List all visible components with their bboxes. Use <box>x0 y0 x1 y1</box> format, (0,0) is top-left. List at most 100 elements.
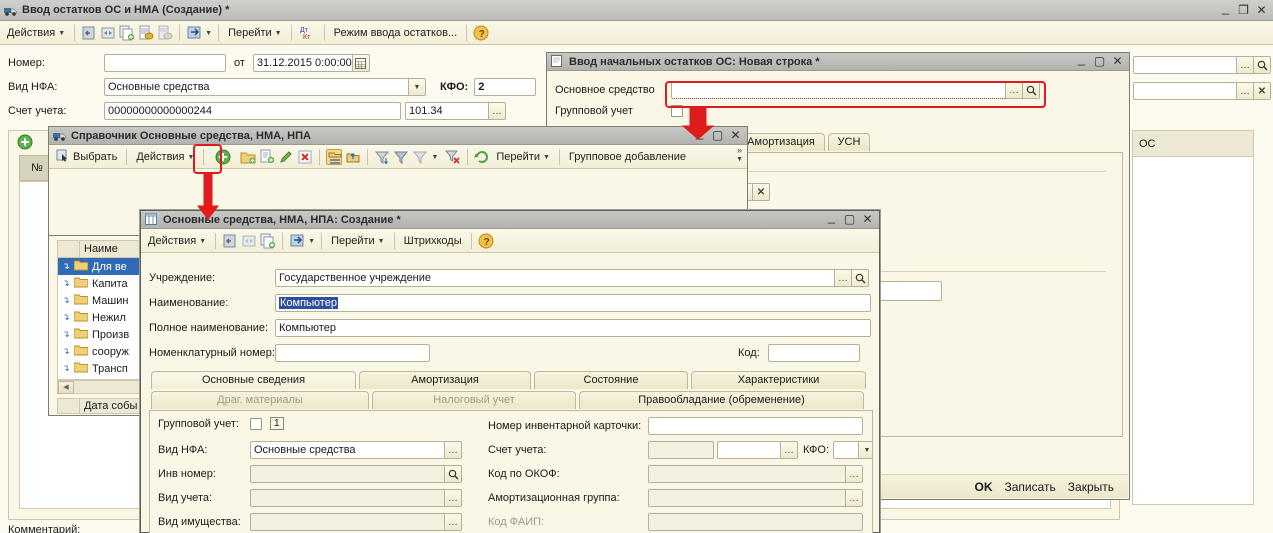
ok-button[interactable]: OK <box>975 480 993 494</box>
kfo-input[interactable] <box>833 441 859 459</box>
property-type-input[interactable] <box>250 513 445 531</box>
ellipsis-icon[interactable]: … <box>445 513 462 531</box>
copy-item-icon[interactable] <box>259 149 275 165</box>
create-actions-menu[interactable]: Действия ▼ <box>145 234 209 248</box>
right-doc-input-2[interactable] <box>1133 82 1237 100</box>
card-number-input[interactable] <box>648 417 863 435</box>
ellipsis-icon[interactable]: … <box>846 489 863 507</box>
chevron-down-icon[interactable]: ▼ <box>409 78 426 96</box>
expand-arrow-icon[interactable]: ↴ <box>58 329 74 340</box>
move-to-icon[interactable] <box>289 233 305 249</box>
chevron-down-icon[interactable]: ▼ <box>859 441 873 459</box>
tab-characteristics[interactable]: Характеристики <box>691 371 866 389</box>
group-add-button[interactable]: Групповое добавление <box>566 150 689 164</box>
copy-doc-icon[interactable] <box>119 25 135 41</box>
filter-icon[interactable] <box>393 149 409 165</box>
right-doc-input-1[interactable] <box>1133 56 1237 74</box>
tab-ownership[interactable]: Правообладание (обременение) <box>579 391 864 409</box>
tab-precious-materials[interactable]: Драг. материалы <box>151 391 369 409</box>
input-mode-button[interactable]: Режим ввода остатков... <box>331 26 461 40</box>
close-button[interactable]: ✕ <box>729 129 742 142</box>
refresh-doc-icon[interactable] <box>100 25 116 41</box>
chevron-down-icon[interactable]: ▼ <box>431 154 438 161</box>
minimize-button[interactable]: _ <box>1075 55 1088 68</box>
nomenclature-input[interactable] <box>275 344 430 362</box>
okof-input[interactable] <box>648 465 846 483</box>
expand-arrow-icon[interactable]: ↴ <box>58 346 74 357</box>
search-icon[interactable] <box>1254 56 1271 74</box>
plus-circle-icon[interactable] <box>17 134 33 150</box>
catalog-goto-menu[interactable]: Перейти ▼ <box>493 150 553 164</box>
ellipsis-icon[interactable]: … <box>445 441 462 459</box>
select-button[interactable]: Выбрать <box>53 148 120 166</box>
tab-tax-accounting[interactable]: Налоговый учет <box>372 391 576 409</box>
refresh-icon[interactable] <box>474 149 490 165</box>
inv-number-input[interactable] <box>250 465 445 483</box>
expand-arrow-icon[interactable]: ↴ <box>58 295 74 306</box>
accounting-type-input[interactable] <box>250 489 445 507</box>
help-icon[interactable]: ? <box>473 25 489 41</box>
sort-filter-icon[interactable] <box>374 149 390 165</box>
chevron-down-icon[interactable]: ▼ <box>308 238 315 245</box>
search-icon[interactable] <box>1023 81 1040 99</box>
catalog-actions-menu[interactable]: Действия ▼ <box>133 150 197 164</box>
barcodes-button[interactable]: Штрихкоды <box>401 234 465 248</box>
code-input[interactable] <box>768 344 860 362</box>
clear-x-icon[interactable]: ✕ <box>1254 82 1271 100</box>
filter-list-icon[interactable] <box>412 149 428 165</box>
amort-group-input[interactable] <box>648 489 846 507</box>
tab-state[interactable]: Состояние <box>534 371 688 389</box>
search-icon[interactable] <box>852 269 869 287</box>
kfo-input[interactable]: 2 <box>474 78 536 96</box>
copy-doc-icon[interactable] <box>260 233 276 249</box>
nfa-select[interactable]: Основные средства <box>104 78 409 96</box>
restore-button[interactable]: ❐ <box>1237 4 1250 17</box>
institution-input[interactable]: Государственное учреждение <box>275 269 835 287</box>
scroll-left-button[interactable]: ◀ <box>58 381 74 394</box>
expand-arrow-icon[interactable]: ↴ <box>58 261 74 272</box>
group-accounting-checkbox[interactable] <box>250 418 262 430</box>
expand-arrow-icon[interactable]: ↴ <box>58 363 74 374</box>
close-button[interactable]: ✕ <box>1255 4 1268 17</box>
maximize-button[interactable]: ▢ <box>1093 55 1106 68</box>
toolbar-overflow[interactable]: » ▼ <box>736 145 743 165</box>
save-button[interactable]: Записать <box>1005 480 1056 494</box>
tab-amortization[interactable]: Амортизация <box>359 371 531 389</box>
ellipsis-icon[interactable]: … <box>1006 81 1023 99</box>
ellipsis-icon[interactable]: … <box>445 489 462 507</box>
goto-menu[interactable]: Перейти ▼ <box>225 26 285 40</box>
refresh-doc-icon[interactable] <box>241 233 257 249</box>
ellipsis-icon[interactable]: … <box>489 102 506 120</box>
close-button-label[interactable]: Закрыть <box>1068 480 1114 494</box>
clear-filter-icon[interactable] <box>445 149 461 165</box>
ellipsis-icon[interactable]: … <box>1237 56 1254 74</box>
ellipsis-icon[interactable]: … <box>781 441 798 459</box>
group-accounting-checkbox[interactable] <box>671 105 683 117</box>
tab-main-info[interactable]: Основные сведения <box>151 371 356 389</box>
expand-arrow-icon[interactable]: ↴ <box>58 278 74 289</box>
account-input-a[interactable] <box>648 441 714 459</box>
actions-menu[interactable]: Действия ▼ <box>4 26 68 40</box>
debit-credit-icon[interactable]: Дт Кт <box>298 25 318 41</box>
fullname-input[interactable]: Компьютер <box>275 319 871 337</box>
ellipsis-icon[interactable]: … <box>846 465 863 483</box>
close-button[interactable]: ✕ <box>1111 55 1124 68</box>
go-up-level-icon[interactable] <box>345 149 361 165</box>
search-icon[interactable] <box>445 465 462 483</box>
account-input-b[interactable] <box>717 441 781 459</box>
account-code-input[interactable]: 101.34 <box>405 102 489 120</box>
os-search-input[interactable] <box>671 81 1006 99</box>
minimize-button[interactable]: _ <box>1219 4 1232 17</box>
post-document-icon[interactable] <box>138 25 154 41</box>
pencil-icon[interactable] <box>278 149 294 165</box>
nfa-type-input[interactable]: Основные средства <box>250 441 445 459</box>
save-close-icon[interactable] <box>222 233 238 249</box>
number-input[interactable] <box>104 54 226 72</box>
account-input[interactable]: 00000000000000244 <box>104 102 401 120</box>
add-item-icon[interactable] <box>215 149 231 165</box>
name-input[interactable]: Компьютер <box>275 294 871 312</box>
tab-usn[interactable]: УСН <box>828 133 870 151</box>
delete-x-icon[interactable] <box>297 149 313 165</box>
clear-x-icon[interactable]: ✕ <box>753 183 770 201</box>
add-folder-icon[interactable] <box>240 149 256 165</box>
